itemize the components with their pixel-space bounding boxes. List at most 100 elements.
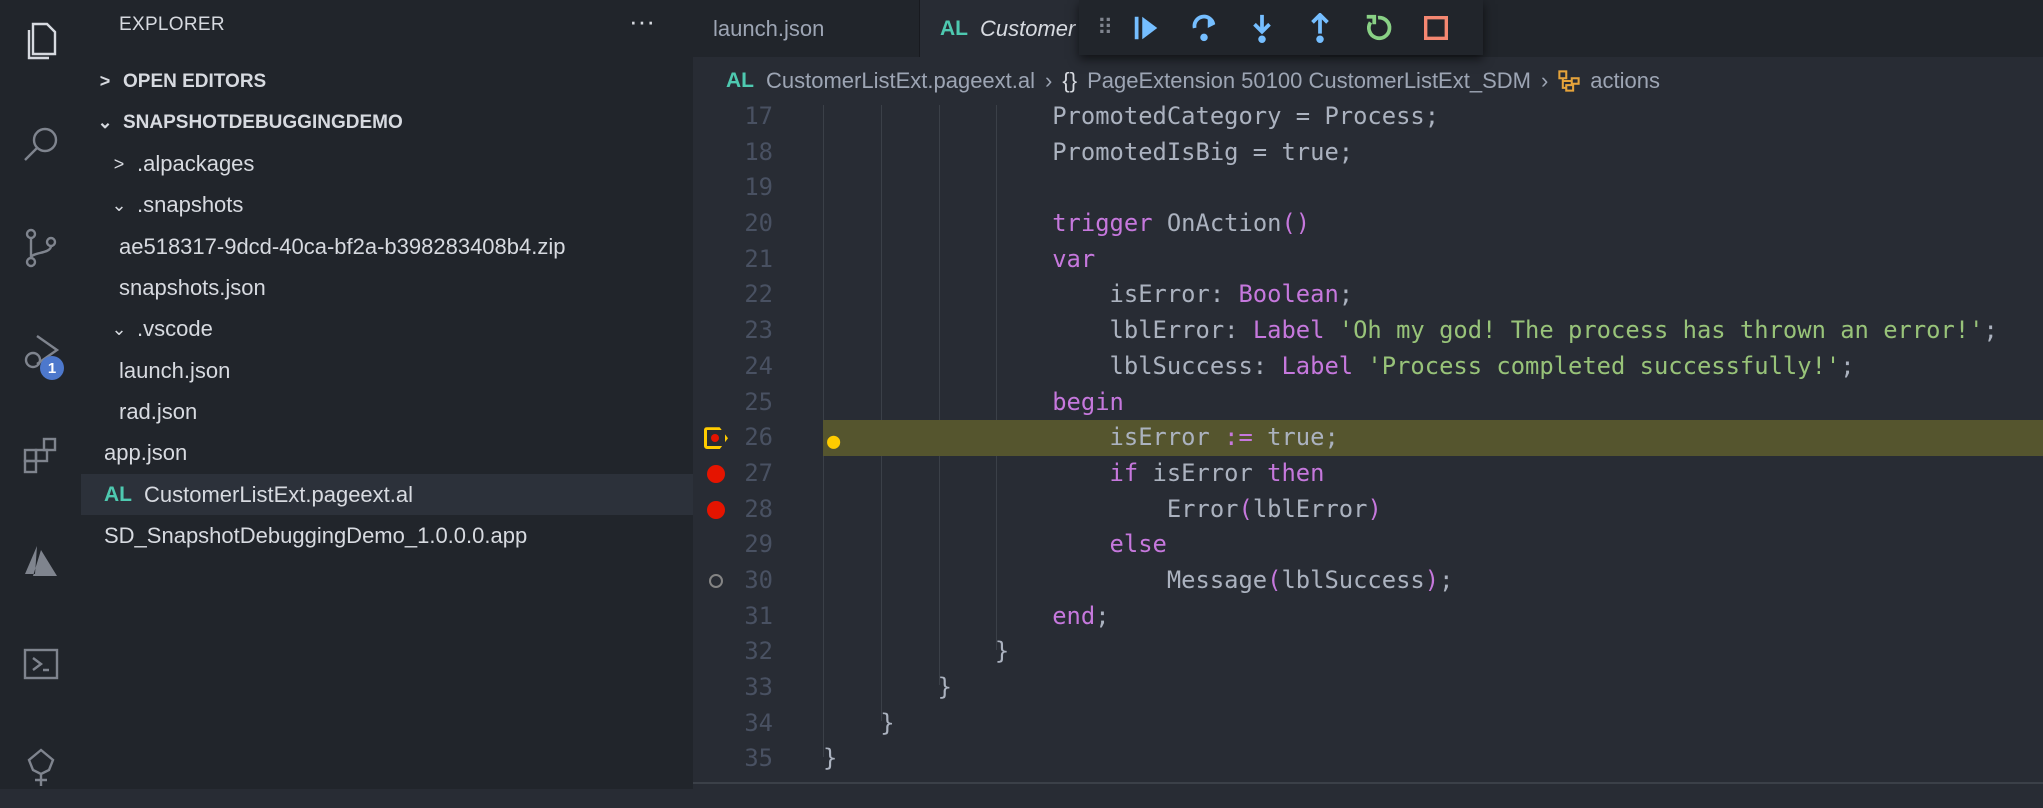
powershell-activity[interactable] <box>0 624 81 704</box>
tree-item[interactable]: launch.json <box>81 350 693 391</box>
code-token: := <box>1224 423 1253 452</box>
tree-item[interactable]: ae518317-9dcd-40ca-bf2a-b398283408b4.zip <box>81 226 693 267</box>
code-token: } <box>823 673 952 701</box>
breadcrumb: AL CustomerListExt.pageext.al › {} PageE… <box>693 57 2043 104</box>
code-token: ; <box>1338 280 1354 309</box>
step-over-icon <box>1192 14 1216 41</box>
code-line: 23 lblError: Label 'Oh my god! The proce… <box>693 313 2043 349</box>
chevron-icon: ⌄ <box>111 318 127 339</box>
line-number: 17 <box>744 102 773 130</box>
chevron-icon: > <box>113 153 125 174</box>
restart-button[interactable] <box>1349 0 1407 55</box>
search-activity[interactable] <box>0 104 81 184</box>
debug-badge: 1 <box>40 356 64 380</box>
code-token: end <box>823 601 1096 630</box>
files-activity[interactable] <box>0 0 81 80</box>
code-line: 18 PromotedIsBig = true; <box>693 135 2043 171</box>
code-line: 35} <box>693 741 2043 777</box>
tree-item-label: .vscode <box>137 316 213 342</box>
run-debug-activity[interactable]: 1 <box>0 312 81 392</box>
code-token: ) <box>1367 494 1382 523</box>
code-token: Label <box>1281 351 1354 380</box>
explorer-sidebar: EXPLORER ··· > OPEN EDITORS ⌄ SNAPSHOTDEBUG… <box>81 0 693 789</box>
tree-item[interactable]: > OPEN EDITORS <box>81 61 693 102</box>
source-control-activity[interactable] <box>0 208 81 288</box>
tree-item[interactable]: snapshots.json <box>81 268 693 309</box>
breadcrumb-file[interactable]: CustomerListExt.pageext.al <box>766 68 1035 94</box>
al-file-icon: AL <box>726 68 754 92</box>
tree-item[interactable]: SD_SnapshotDebuggingDemo_1.0.0.0.app <box>81 515 693 556</box>
code-token: () <box>1281 209 1311 238</box>
search-icon <box>23 127 57 161</box>
line-number: 21 <box>744 244 773 273</box>
tree-item[interactable]: > .alpackages <box>81 144 693 185</box>
code-token: Message <box>823 565 1268 594</box>
code-line: 33 } <box>693 670 2043 706</box>
namespace-icon: {} <box>1062 67 1078 93</box>
line-number: 24 <box>744 351 773 380</box>
tab-label: Customer <box>980 15 1076 41</box>
tree-item[interactable]: AL CustomerListExt.pageext.al <box>81 474 693 515</box>
more-actions-icon[interactable]: ··· <box>629 6 655 37</box>
horizontal-scrollbar[interactable] <box>693 782 2043 784</box>
tree-activity[interactable] <box>0 728 81 808</box>
continue-icon <box>1134 16 1158 39</box>
line-number: 28 <box>744 494 773 523</box>
step-into-button[interactable] <box>1233 0 1291 55</box>
code-token: lblError: <box>823 316 1253 345</box>
code-token: } <box>823 637 1010 666</box>
debug-toolbar: ⠿ <box>1079 0 1483 55</box>
code-token: ( <box>1267 565 1282 594</box>
code-token: ) <box>1424 565 1440 594</box>
step-over-button[interactable] <box>1175 0 1233 55</box>
al-file-icon: AL <box>104 482 132 506</box>
line-number: 20 <box>744 209 773 238</box>
code-line: 34 } <box>693 706 2043 742</box>
extensions-activity[interactable] <box>0 416 81 496</box>
files-icon <box>27 22 56 60</box>
code-token: lblSuccess <box>1281 565 1425 594</box>
restart-icon <box>1366 14 1392 40</box>
tree-item-label: OPEN EDITORS <box>123 70 267 92</box>
chevron-right-icon: › <box>1045 67 1053 93</box>
code-token: isError <box>1138 458 1268 487</box>
code-token: Boolean <box>1238 280 1339 309</box>
tree-item[interactable]: ⌄ .vscode <box>81 309 693 350</box>
code-line: 17 PromotedCategory = Process; <box>693 99 2043 135</box>
code-token: PromotedCategory = Process; <box>823 102 1440 130</box>
step-into-icon <box>1253 14 1271 43</box>
code-editor[interactable]: 17 PromotedCategory = Process; 18 Promote… <box>693 99 2043 777</box>
code-token: var <box>823 244 1096 273</box>
tree-item[interactable]: ⌄ SNAPSHOTDEBUGGINGDEMO <box>81 102 693 143</box>
breadcrumb-symbol[interactable]: PageExtension 50100 CustomerListExt_SDM <box>1087 68 1531 94</box>
code-token: OnAction <box>1152 209 1282 238</box>
code-token: trigger <box>823 209 1153 238</box>
step-out-icon <box>1311 12 1329 43</box>
chevron-right-icon: › <box>1540 67 1549 93</box>
tree-item[interactable]: rad.json <box>81 391 693 432</box>
tree-item[interactable]: ⌄ .snapshots <box>81 185 693 226</box>
tree-item-label: launch.json <box>119 357 231 383</box>
azure-activity[interactable] <box>0 520 81 600</box>
tree-item[interactable]: app.json <box>81 433 693 474</box>
tab-label: launch.json <box>713 15 825 41</box>
code-line: 22 isError: Boolean; <box>693 277 2043 313</box>
tree-item-label: snapshots.json <box>119 275 266 300</box>
drag-handle-icon[interactable]: ⠿ <box>1097 15 1117 41</box>
breadcrumb-member[interactable]: actions <box>1590 68 1660 94</box>
tree-item-label: SNAPSHOTDEBUGGINGDEMO <box>123 111 403 133</box>
chevron-icon: > <box>99 71 111 91</box>
stop-button[interactable] <box>1407 0 1465 55</box>
code-line: 28 Error(lblError) <box>693 492 2043 528</box>
continue-button[interactable] <box>1117 0 1175 55</box>
line-number: 19 <box>744 173 773 202</box>
tab-launch-json[interactable]: launch.json <box>693 0 920 57</box>
code-line: 27 if isError then <box>693 456 2043 492</box>
line-number: 31 <box>744 601 773 630</box>
step-out-button[interactable] <box>1291 0 1349 55</box>
code-token: 'Process completed successfully!' <box>1353 351 1841 380</box>
stop-icon <box>1424 15 1448 40</box>
extensions-icon <box>23 437 56 474</box>
tree-item-label: .alpackages <box>137 151 255 177</box>
tree-item-label: SD_SnapshotDebuggingDemo_1.0.0.0.app <box>104 522 528 548</box>
